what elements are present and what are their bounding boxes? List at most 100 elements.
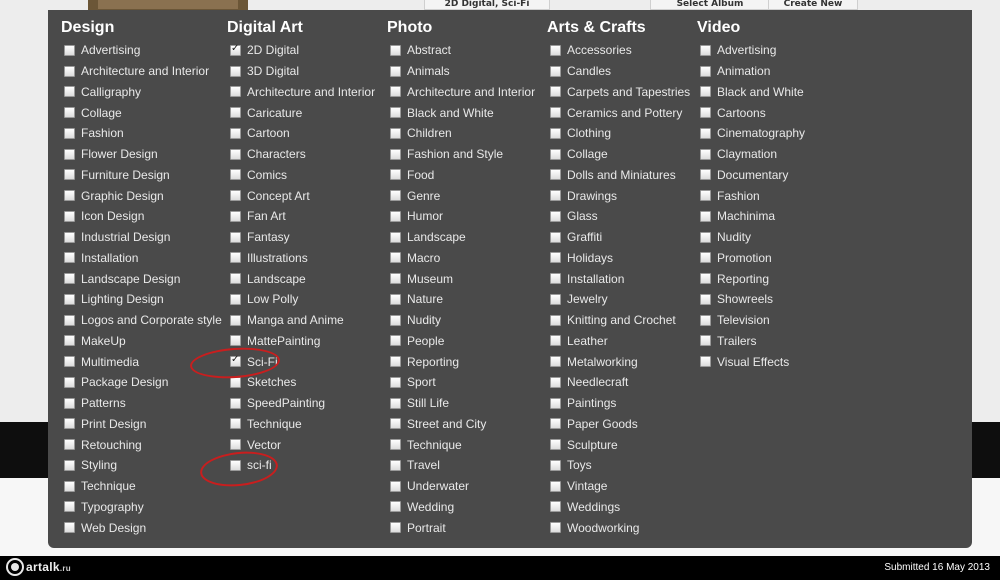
checkbox[interactable] — [230, 210, 241, 222]
category-item[interactable]: Leather — [547, 331, 697, 352]
checkbox[interactable] — [64, 501, 75, 513]
checkbox[interactable] — [64, 522, 75, 534]
category-item[interactable]: Comics — [227, 165, 387, 186]
checkbox[interactable] — [230, 190, 241, 202]
category-item[interactable]: Weddings — [547, 497, 697, 518]
category-item[interactable]: Claymation — [697, 144, 847, 165]
checkbox[interactable] — [550, 314, 561, 326]
category-item[interactable]: Street and City — [387, 414, 547, 435]
checkbox[interactable] — [700, 252, 711, 264]
category-item[interactable]: Furniture Design — [61, 165, 231, 186]
checkbox[interactable] — [64, 190, 75, 202]
checkbox[interactable] — [550, 148, 561, 160]
category-item[interactable]: Knitting and Crochet — [547, 310, 697, 331]
checkbox[interactable] — [230, 376, 241, 388]
checkbox[interactable] — [550, 356, 561, 368]
category-item[interactable]: Reporting — [697, 268, 847, 289]
checkbox[interactable] — [700, 210, 711, 222]
category-item[interactable]: Characters — [227, 144, 387, 165]
category-item[interactable]: Caricature — [227, 102, 387, 123]
checkbox[interactable] — [390, 459, 401, 471]
site-logo[interactable]: artalk.ru — [6, 558, 71, 576]
checkbox[interactable] — [230, 273, 241, 285]
checkbox[interactable] — [550, 169, 561, 181]
checkbox[interactable] — [64, 65, 75, 77]
category-item[interactable]: Animals — [387, 61, 547, 82]
checkbox[interactable] — [700, 169, 711, 181]
checkbox[interactable] — [390, 190, 401, 202]
checkbox[interactable] — [390, 397, 401, 409]
category-item[interactable]: Genre — [387, 185, 547, 206]
category-item[interactable]: Fan Art — [227, 206, 387, 227]
checkbox[interactable] — [390, 376, 401, 388]
checkbox[interactable] — [700, 65, 711, 77]
checkbox[interactable] — [64, 480, 75, 492]
checkbox[interactable] — [550, 190, 561, 202]
category-item[interactable]: Travel — [387, 455, 547, 476]
category-item[interactable]: Cartoon — [227, 123, 387, 144]
category-item[interactable]: 3D Digital — [227, 61, 387, 82]
category-item[interactable]: Landscape — [387, 227, 547, 248]
checkbox[interactable] — [64, 356, 75, 368]
checkbox[interactable] — [390, 293, 401, 305]
category-item[interactable]: Advertising — [697, 40, 847, 61]
category-item[interactable]: Food — [387, 165, 547, 186]
category-item[interactable]: Flower Design — [61, 144, 231, 165]
category-item[interactable]: Paper Goods — [547, 414, 697, 435]
category-item[interactable]: Carpets and Tapestries — [547, 82, 697, 103]
checkbox[interactable] — [550, 210, 561, 222]
checkbox[interactable] — [390, 169, 401, 181]
checkbox[interactable] — [230, 127, 241, 139]
category-item[interactable]: Showreels — [697, 289, 847, 310]
checkbox[interactable] — [64, 107, 75, 119]
category-item[interactable]: Nudity — [697, 227, 847, 248]
checkbox[interactable] — [700, 148, 711, 160]
category-item[interactable]: Black and White — [697, 82, 847, 103]
checkbox[interactable] — [550, 335, 561, 347]
checkbox[interactable] — [230, 439, 241, 451]
checkbox[interactable] — [550, 86, 561, 98]
checkbox[interactable] — [230, 65, 241, 77]
checkbox[interactable] — [64, 314, 75, 326]
checkbox[interactable] — [64, 210, 75, 222]
checkbox[interactable] — [700, 127, 711, 139]
checkbox[interactable] — [230, 335, 241, 347]
checkbox[interactable] — [390, 273, 401, 285]
checkbox[interactable] — [64, 127, 75, 139]
checkbox[interactable] — [390, 314, 401, 326]
category-item[interactable]: Accessories — [547, 40, 697, 61]
checkbox[interactable] — [700, 314, 711, 326]
category-item[interactable]: Web Design — [61, 517, 231, 538]
category-item[interactable]: Typography — [61, 497, 231, 518]
category-item[interactable]: Macro — [387, 248, 547, 269]
checkbox[interactable] — [64, 148, 75, 160]
category-item[interactable]: 2D Digital — [227, 40, 387, 61]
checkbox[interactable] — [390, 418, 401, 430]
checkbox[interactable] — [700, 231, 711, 243]
category-item[interactable]: Graffiti — [547, 227, 697, 248]
checkbox[interactable] — [550, 252, 561, 264]
create-new-button[interactable]: Create New — [768, 0, 858, 10]
category-item[interactable]: Jewelry — [547, 289, 697, 310]
category-item[interactable]: Sculpture — [547, 434, 697, 455]
category-item[interactable]: Illustrations — [227, 248, 387, 269]
category-item[interactable]: People — [387, 331, 547, 352]
category-item[interactable]: Fashion — [697, 185, 847, 206]
category-item[interactable]: Abstract — [387, 40, 547, 61]
select-album-button[interactable]: Select Album — [650, 0, 770, 10]
checkbox[interactable] — [550, 501, 561, 513]
checkbox[interactable] — [390, 210, 401, 222]
category-item[interactable]: Installation — [547, 268, 697, 289]
checkbox[interactable] — [390, 44, 401, 56]
checkbox[interactable] — [64, 376, 75, 388]
checkbox[interactable] — [64, 439, 75, 451]
category-item[interactable]: Paintings — [547, 393, 697, 414]
category-item[interactable]: Architecture and Interior — [61, 61, 231, 82]
category-item[interactable]: Wedding — [387, 497, 547, 518]
checkbox[interactable] — [230, 231, 241, 243]
category-item[interactable]: Black and White — [387, 102, 547, 123]
checkbox[interactable] — [700, 273, 711, 285]
category-item[interactable]: Low Polly — [227, 289, 387, 310]
category-item[interactable]: Architecture and Interior — [387, 82, 547, 103]
checkbox[interactable] — [550, 293, 561, 305]
